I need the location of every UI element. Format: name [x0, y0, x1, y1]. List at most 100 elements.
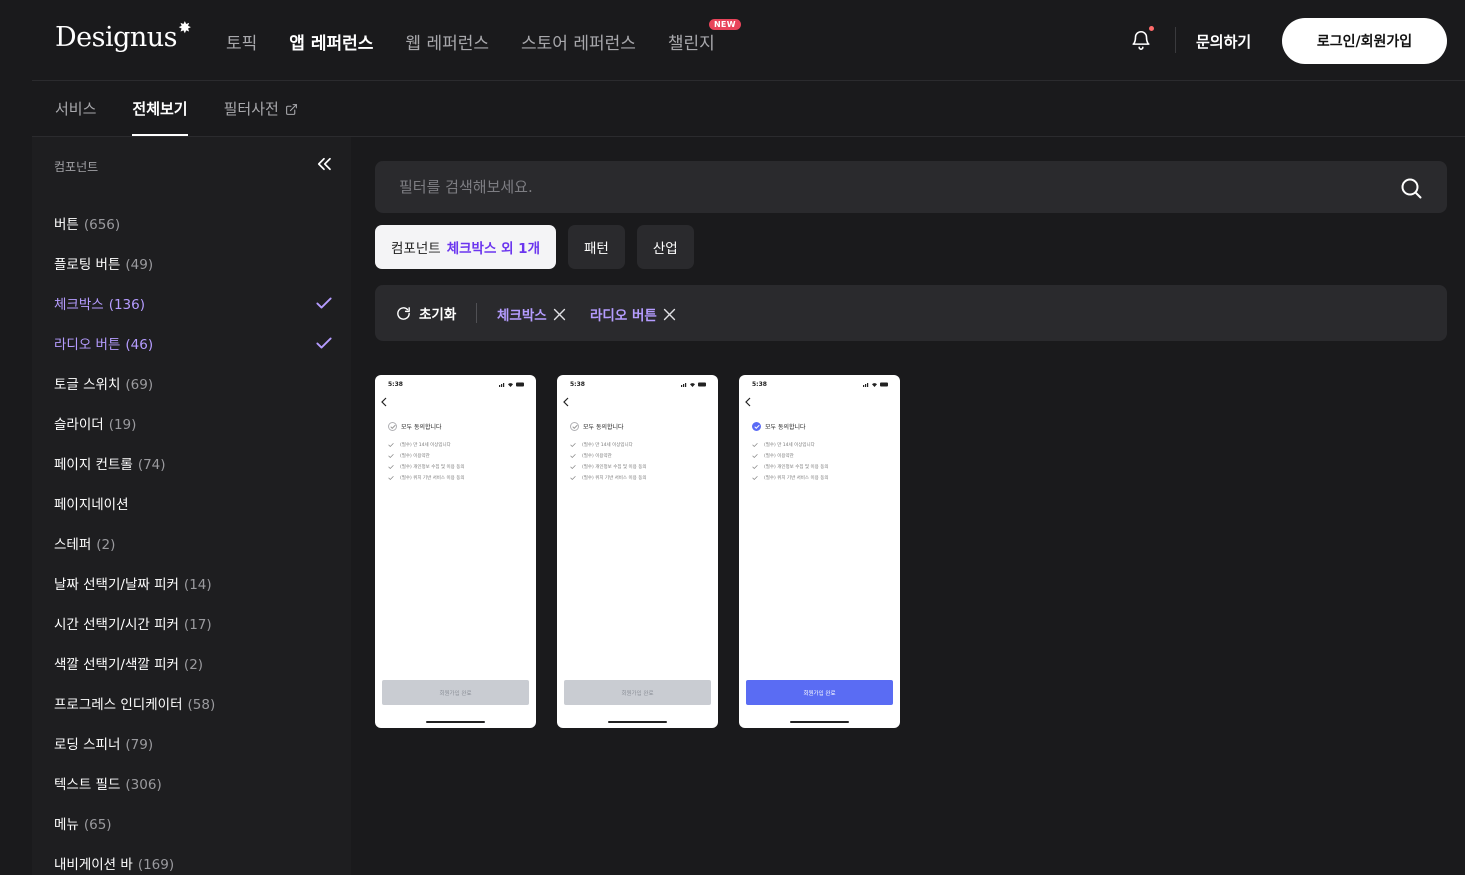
chip-component[interactable]: 컴포넌트 체크박스 외 1개	[375, 225, 557, 269]
agree-all-label: 모두 동의합니다	[401, 424, 442, 431]
nav-challenge-label: 챌린지	[667, 34, 715, 54]
sidebar-item[interactable]: 날짜 선택기/날짜 피커 (14)	[54, 563, 334, 603]
sidebar-item[interactable]: 슬라이더 (19)	[54, 403, 334, 443]
sidebar-item[interactable]: 색깔 선택기/색깔 피커 (2)	[54, 643, 334, 683]
sidebar-item[interactable]: 로딩 스피너 (79)	[54, 723, 334, 763]
check-icon	[388, 464, 394, 469]
sidebar-item-count: (79)	[125, 737, 154, 753]
sidebar-item-text: 체크박스 (136)	[54, 293, 145, 313]
sidebar-item[interactable]: 시간 선택기/시간 피커 (17)	[54, 603, 334, 643]
bell-icon[interactable]	[1130, 28, 1152, 52]
remove-tag-icon[interactable]	[661, 306, 678, 323]
home-indicator	[608, 721, 667, 723]
nav-challenge[interactable]: 챌린지 NEW	[667, 19, 741, 54]
sidebar-item-label: 페이지 컨트롤	[54, 457, 133, 473]
sidebar-item[interactable]: 버튼 (656)	[54, 203, 334, 243]
login-signup-button[interactable]: 로그인/회원가입	[1282, 18, 1447, 64]
agreement-text: (필수) 위치 기반 서비스 이용 동의	[400, 475, 465, 481]
sidebar-item[interactable]: 토글 스위치 (69)	[54, 363, 334, 403]
sidebar-item-text: 색깔 선택기/색깔 피커 (2)	[54, 653, 203, 673]
agreement-row: (필수) 개인정보 수집 및 이용 동의	[388, 461, 464, 472]
back-arrow-icon	[745, 397, 751, 407]
sidebar-item[interactable]: 프로그레스 인디케이터 (58)	[54, 683, 334, 723]
sidebar-item-label: 색깔 선택기/색깔 피커	[54, 657, 179, 673]
filter-tag-radio-button[interactable]: 라디오 버튼	[590, 304, 678, 324]
sidebar-item-label: 날짜 선택기/날짜 피커	[54, 577, 179, 593]
check-icon	[390, 424, 395, 429]
chip-component-label: 컴포넌트	[391, 241, 441, 257]
filter-tag-checkbox[interactable]: 체크박스	[497, 304, 568, 324]
sidebar-item[interactable]: 메뉴 (65)	[54, 803, 334, 843]
agreement-row: (필수) 만 14세 이상입니다	[570, 439, 646, 450]
reset-label: 초기화	[419, 307, 457, 323]
sidebar-item-text: 프로그레스 인디케이터 (58)	[54, 693, 215, 713]
tab-filter-dictionary[interactable]: 필터사전	[224, 98, 298, 136]
agreement-text: (필수) 이용약관	[400, 453, 430, 459]
sidebar-item[interactable]: 내비게이션 바 (169)	[54, 843, 334, 875]
filter-category-chips: 컴포넌트 체크박스 외 1개 패턴 산업	[375, 225, 694, 269]
chip-pattern[interactable]: 패턴	[568, 225, 625, 269]
sidebar-item-label: 체크박스	[54, 297, 104, 313]
sidebar-item-text: 스테퍼 (2)	[54, 533, 115, 553]
sidebar-item-text: 내비게이션 바 (169)	[54, 853, 174, 873]
designus-logo[interactable]: Designus ✸	[55, 18, 192, 53]
sidebar-item[interactable]: 라디오 버튼 (46)	[54, 323, 334, 363]
check-icon	[570, 475, 576, 480]
sidebar-item[interactable]: 텍스트 필드 (306)	[54, 763, 334, 803]
sidebar-item-count: (65)	[83, 817, 112, 833]
agreement-text: (필수) 만 14세 이상입니다	[582, 442, 633, 448]
sidebar-item[interactable]: 페이지네이션	[54, 483, 334, 523]
sidebar-item-text: 플로팅 버튼 (49)	[54, 253, 153, 273]
screen-card[interactable]: 5:38 모두 동의합니다 (필수) 만 14세 이상입니다 (필수) 이용약관 (필수…	[557, 375, 718, 728]
sidebar-item-label: 플로팅 버튼	[54, 257, 121, 273]
sidebar-item[interactable]: 플로팅 버튼 (49)	[54, 243, 334, 283]
screen-card[interactable]: 5:38 모두 동의합니다 (필수) 만 14세 이상입니다 (필수) 이용약관 (필수…	[739, 375, 900, 728]
search-icon[interactable]	[1399, 176, 1423, 200]
tab-service[interactable]: 서비스	[55, 98, 96, 136]
check-icon	[388, 453, 394, 458]
nav-app-reference[interactable]: 앱 레퍼런스	[289, 29, 373, 54]
signup-complete-button: 회원가입 완료	[746, 680, 893, 705]
agreement-text: (필수) 개인정보 수집 및 이용 동의	[764, 464, 829, 470]
agreement-row: (필수) 개인정보 수집 및 이용 동의	[752, 461, 828, 472]
tab-all[interactable]: 전체보기	[132, 98, 188, 136]
check-icon	[570, 453, 576, 458]
filter-search-input[interactable]	[375, 161, 1375, 213]
sidebar-item[interactable]: 스테퍼 (2)	[54, 523, 334, 563]
top-header: Designus ✸ 토픽 앱 레퍼런스 웹 레퍼런스 스토어 레퍼런스 챌린지 …	[0, 0, 1465, 80]
back-arrow-icon	[563, 397, 569, 407]
sidebar-item-label: 토글 스위치	[54, 377, 121, 393]
signup-complete-button: 회원가입 완료	[382, 680, 529, 705]
nav-store-reference[interactable]: 스토어 레퍼런스	[521, 29, 636, 54]
checkmark-icon	[316, 337, 332, 349]
agree-all-row: 모두 동의합니다	[570, 422, 624, 431]
filter-sidebar: 컴포넌트 버튼 (656) 플로팅 버튼 (49) 체크박스 (136) 라디오 버튼 (46…	[32, 137, 351, 875]
filter-search-bar	[375, 161, 1447, 213]
collapse-sidebar-icon[interactable]	[315, 155, 333, 173]
sidebar-item-text: 페이지 컨트롤 (74)	[54, 453, 166, 473]
logo-star-icon: ✸	[178, 18, 192, 37]
sidebar-item-text: 라디오 버튼 (46)	[54, 333, 153, 353]
nav-topic[interactable]: 토픽	[226, 29, 257, 54]
sidebar-item-count: (69)	[125, 377, 154, 393]
chip-industry[interactable]: 산업	[636, 225, 694, 269]
status-bar-icons	[681, 382, 706, 387]
screen-card[interactable]: 5:38 모두 동의합니다 (필수) 만 14세 이상입니다 (필수) 이용약관 (필수…	[375, 375, 536, 728]
nav-web-reference[interactable]: 웹 레퍼런스	[405, 29, 489, 54]
sidebar-item[interactable]: 페이지 컨트롤 (74)	[54, 443, 334, 483]
sidebar-item[interactable]: 체크박스 (136)	[54, 283, 334, 323]
signup-complete-button: 회원가입 완료	[564, 680, 711, 705]
inquiry-link[interactable]: 문의하기	[1196, 31, 1251, 52]
tab-filter-dictionary-label: 필터사전	[223, 100, 279, 118]
remove-tag-icon[interactable]	[551, 306, 568, 323]
main-nav: 토픽 앱 레퍼런스 웹 레퍼런스 스토어 레퍼런스 챌린지 NEW	[226, 19, 747, 54]
filter-tag-label: 라디오 버튼	[590, 308, 657, 324]
check-icon	[388, 475, 394, 480]
check-icon	[752, 464, 758, 469]
sidebar-item-text: 버튼 (656)	[54, 213, 120, 233]
agreement-text: (필수) 개인정보 수집 및 이용 동의	[582, 464, 647, 470]
component-list: 버튼 (656) 플로팅 버튼 (49) 체크박스 (136) 라디오 버튼 (46) 토글 스…	[54, 203, 334, 875]
status-time: 5:38	[570, 381, 585, 388]
reset-filters-button[interactable]: 초기화	[395, 303, 456, 323]
sidebar-item-label: 스테퍼	[54, 537, 92, 553]
